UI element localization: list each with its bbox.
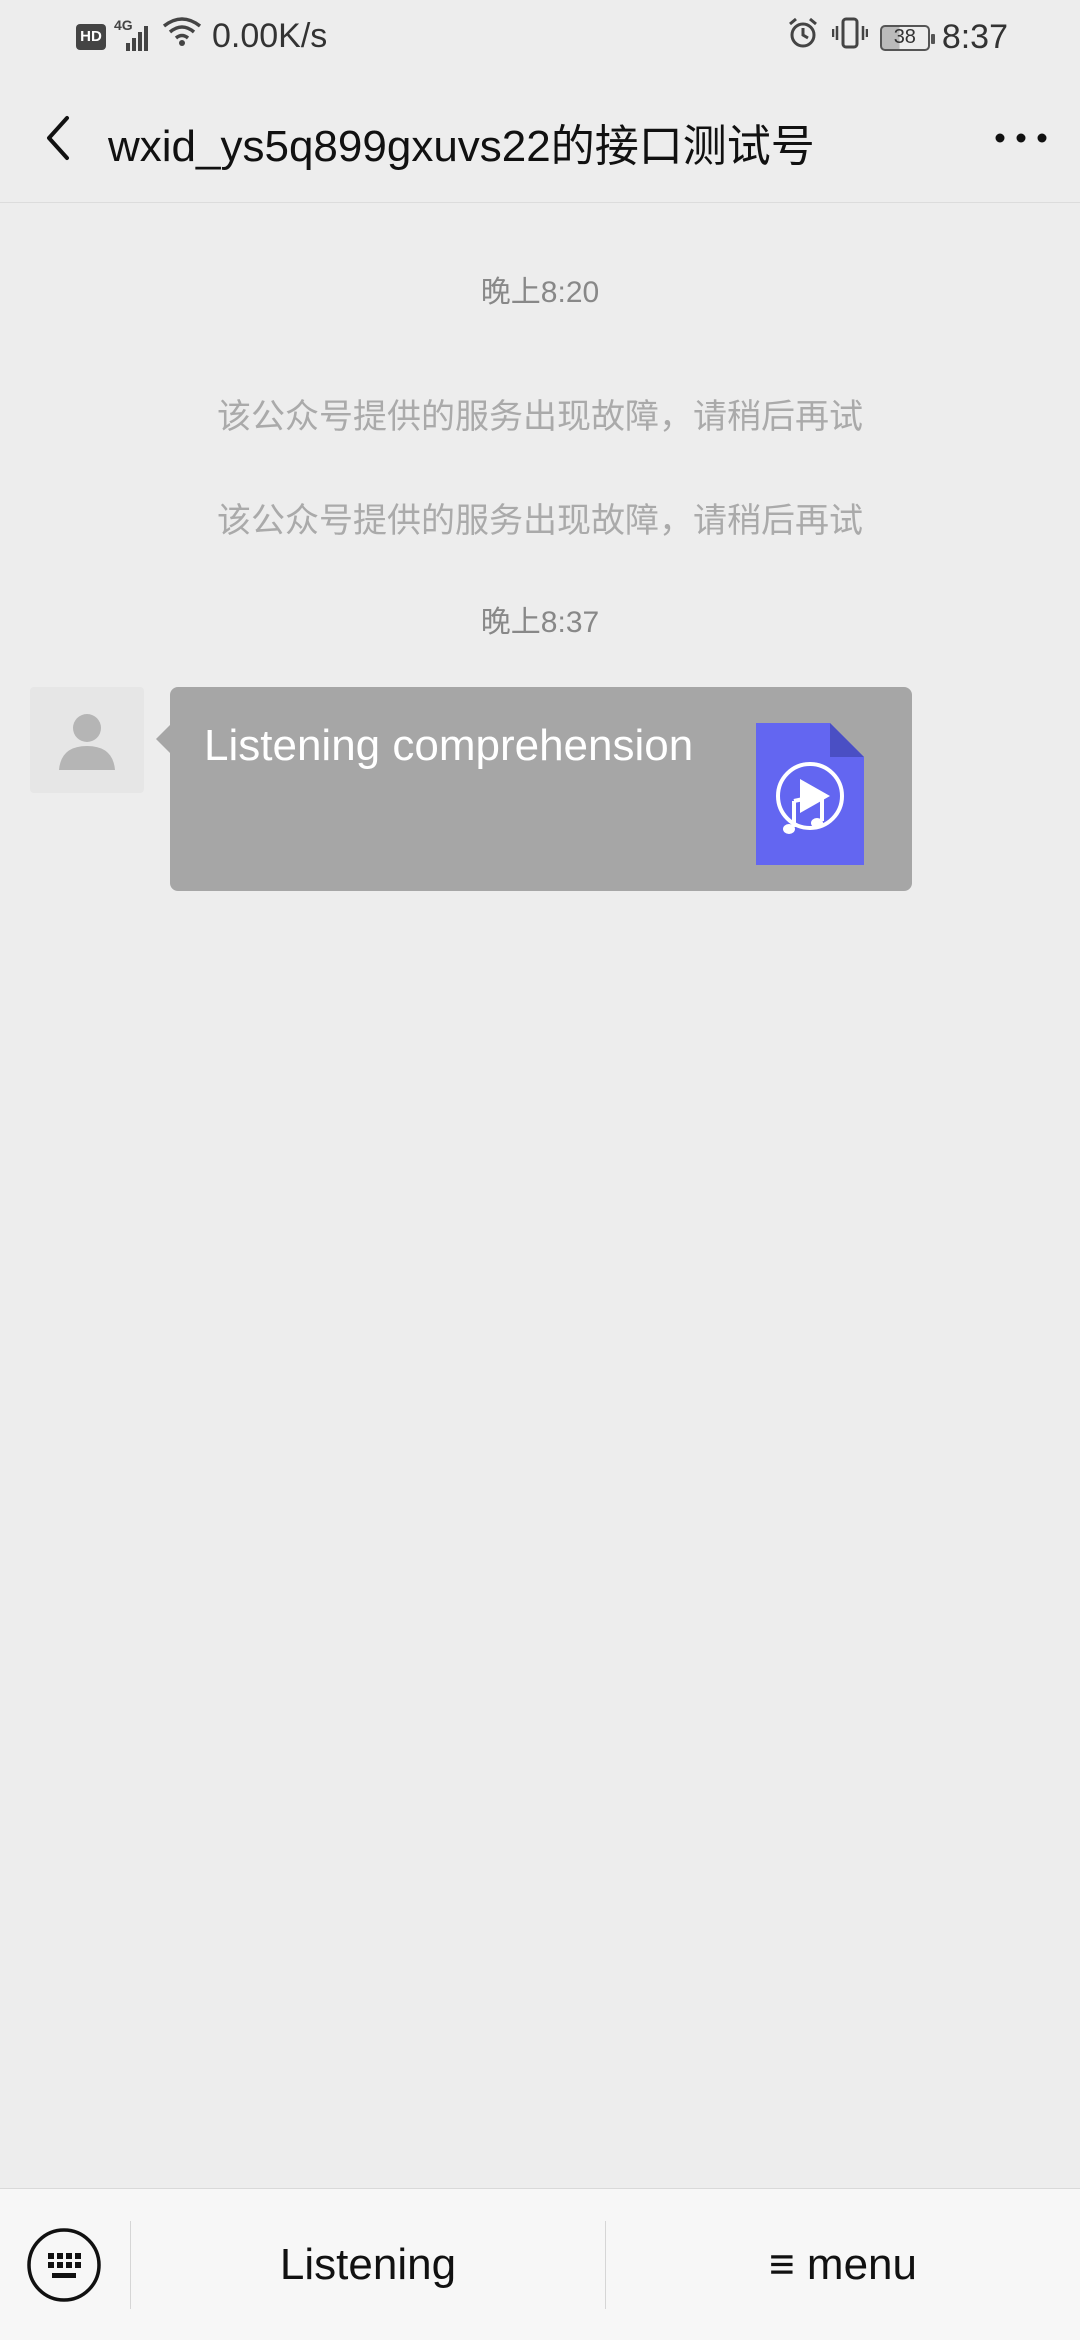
menu-item-menu[interactable]: ≡ menu [606, 2189, 1080, 2340]
more-button[interactable] [986, 108, 1056, 168]
chat-title: wxid_ys5q899gxuvs22的接口测试号 [108, 122, 815, 171]
chevron-left-icon [47, 116, 69, 160]
chat-area[interactable]: 晚上8:20 该公众号提供的服务出现故障，请稍后再试 该公众号提供的服务出现故障… [0, 203, 1080, 2188]
message-bubble[interactable]: Listening comprehension [156, 687, 912, 891]
status-time: 8:37 [941, 18, 1008, 56]
chat-header: wxid_ys5q899gxuvs22的接口测试号 [0, 72, 1080, 203]
hd-icon: HD [76, 23, 106, 50]
back-button[interactable] [30, 108, 86, 168]
more-dots-icon [995, 133, 1047, 143]
wechat-chat-screen: HD 4G 0.00K/s 38 8:37 wxid_ys5q899gxuvs2… [0, 0, 1080, 2340]
wifi-icon [162, 16, 202, 57]
keyboard-toggle-button[interactable] [26, 2227, 102, 2303]
avatar[interactable] [30, 687, 144, 793]
network-speed: 0.00K/s [212, 17, 328, 55]
default-user-icon [59, 714, 115, 770]
message-text: Listening comprehension [204, 721, 694, 770]
system-message: 该公众号提供的服务出现故障，请稍后再试 [217, 398, 863, 436]
alarm-icon [786, 16, 820, 59]
signal-icon: 4G [114, 17, 152, 53]
vibrate-icon [831, 16, 869, 59]
system-message: 该公众号提供的服务出现故障，请稍后再试 [217, 502, 863, 540]
status-bar: HD 4G 0.00K/s 38 8:37 [0, 0, 1080, 72]
status-left: HD 4G 0.00K/s [76, 16, 327, 57]
battery-icon: 38 [879, 24, 935, 51]
menu-item-listening[interactable]: Listening [131, 2189, 605, 2340]
audio-file-icon [756, 723, 864, 865]
timestamp: 晚上8:20 [480, 276, 600, 309]
network-type: 4G [114, 16, 133, 33]
timestamp: 晚上8:37 [480, 606, 600, 639]
bottom-menu-bar: Listening ≡ menu [0, 2188, 1080, 2340]
status-right: 38 8:37 [786, 16, 1008, 59]
keyboard-icon [27, 2228, 101, 2302]
